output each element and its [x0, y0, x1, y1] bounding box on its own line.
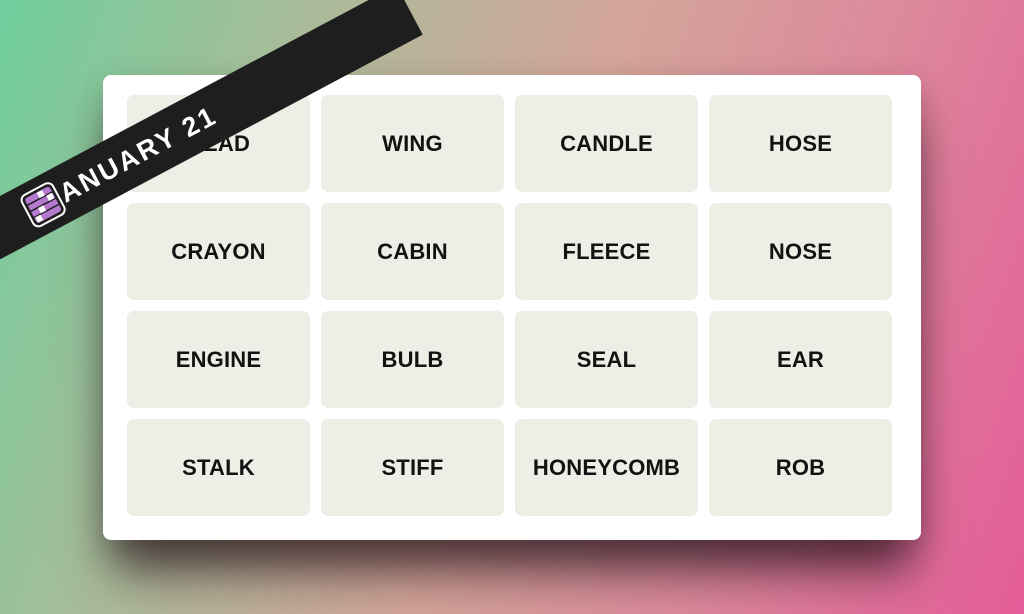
word-tile[interactable]: CRAYON — [127, 203, 310, 300]
tile-label: SEAL — [576, 346, 637, 372]
tile-label: CABIN — [377, 238, 448, 264]
word-tile[interactable]: CABIN — [321, 203, 504, 300]
tile-label: EAR — [776, 346, 825, 372]
word-tile[interactable]: BULB — [321, 311, 504, 408]
word-tile[interactable]: SEAL — [515, 311, 698, 408]
tile-label: CRAYON — [171, 238, 266, 264]
word-grid: HEAD WING CANDLE HOSE CRAYON CABIN FLEEC… — [127, 95, 892, 516]
tile-label: HONEYCOMB — [532, 454, 681, 480]
tile-label: ENGINE — [175, 346, 262, 372]
word-tile[interactable]: HONEYCOMB — [515, 419, 698, 516]
tile-label: STALK — [182, 454, 255, 480]
word-tile[interactable]: NOSE — [709, 203, 892, 300]
tile-label: NOSE — [768, 238, 833, 264]
tile-label: CANDLE — [560, 130, 653, 156]
tile-label: ROB — [775, 454, 826, 480]
tile-label: FLEECE — [562, 238, 651, 264]
word-tile[interactable]: WING — [321, 95, 504, 192]
word-tile[interactable]: STIFF — [321, 419, 504, 516]
tile-label: STIFF — [381, 454, 444, 480]
tile-label: BULB — [381, 346, 444, 372]
tile-label: HOSE — [768, 130, 833, 156]
word-tile[interactable]: FLEECE — [515, 203, 698, 300]
tile-label: WING — [382, 130, 443, 156]
word-tile[interactable]: CANDLE — [515, 95, 698, 192]
word-tile[interactable]: HOSE — [709, 95, 892, 192]
game-board: HEAD WING CANDLE HOSE CRAYON CABIN FLEEC… — [103, 75, 921, 540]
word-tile[interactable]: EAR — [709, 311, 892, 408]
word-tile[interactable]: STALK — [127, 419, 310, 516]
word-tile[interactable]: ROB — [709, 419, 892, 516]
word-tile[interactable]: ENGINE — [127, 311, 310, 408]
